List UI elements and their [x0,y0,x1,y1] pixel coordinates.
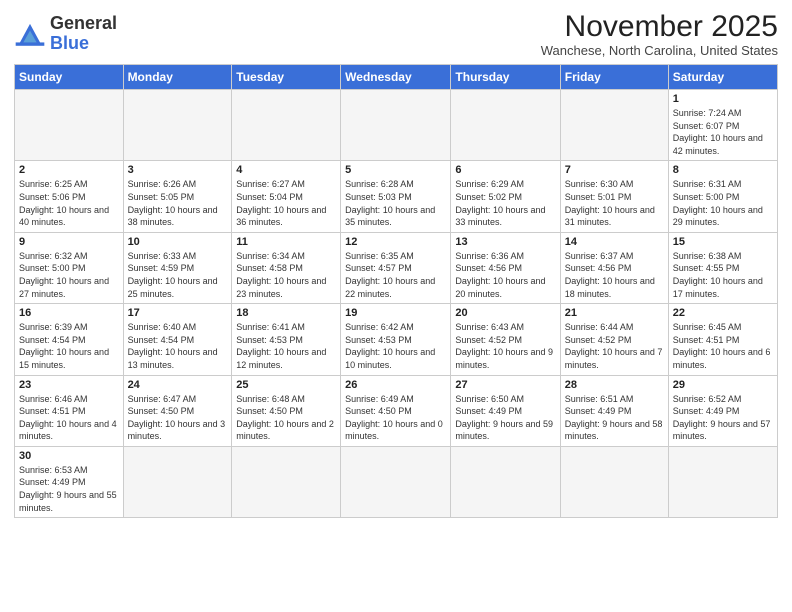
day-empty-5 [451,90,560,161]
calendar-table: Sunday Monday Tuesday Wednesday Thursday… [14,64,778,518]
day-12: 12 Sunrise: 6:35 AMSunset: 4:57 PMDaylig… [341,232,451,303]
generalblue-icon [14,20,46,48]
header-monday: Monday [123,65,232,90]
day-number-1: 1 [673,93,773,105]
week-row-6: 30 Sunrise: 6:53 AMSunset: 4:49 PMDaylig… [15,446,778,517]
day-18: 18 Sunrise: 6:41 AMSunset: 4:53 PMDaylig… [232,304,341,375]
header: GeneralBlue November 2025 Wanchese, Nort… [14,10,778,58]
day-4: 4 Sunrise: 6:27 AMSunset: 5:04 PMDayligh… [232,161,341,232]
weekday-header-row: Sunday Monday Tuesday Wednesday Thursday… [15,65,778,90]
day-7: 7 Sunrise: 6:30 AMSunset: 5:01 PMDayligh… [560,161,668,232]
logo-blue: Blue [50,33,89,53]
header-saturday: Saturday [668,65,777,90]
day-22: 22 Sunrise: 6:45 AMSunset: 4:51 PMDaylig… [668,304,777,375]
week-row-2: 2 Sunrise: 6:25 AMSunset: 5:06 PMDayligh… [15,161,778,232]
day-6: 6 Sunrise: 6:29 AMSunset: 5:02 PMDayligh… [451,161,560,232]
day-24: 24 Sunrise: 6:47 AMSunset: 4:50 PMDaylig… [123,375,232,446]
header-friday: Friday [560,65,668,90]
day-28: 28 Sunrise: 6:51 AMSunset: 4:49 PMDaylig… [560,375,668,446]
day-14: 14 Sunrise: 6:37 AMSunset: 4:56 PMDaylig… [560,232,668,303]
header-wednesday: Wednesday [341,65,451,90]
day-30: 30 Sunrise: 6:53 AMSunset: 4:49 PMDaylig… [15,446,124,517]
header-thursday: Thursday [451,65,560,90]
day-empty-1 [15,90,124,161]
day-27: 27 Sunrise: 6:50 AMSunset: 4:49 PMDaylig… [451,375,560,446]
day-5: 5 Sunrise: 6:28 AMSunset: 5:03 PMDayligh… [341,161,451,232]
week-row-3: 9 Sunrise: 6:32 AMSunset: 5:00 PMDayligh… [15,232,778,303]
logo-general: General [50,13,117,33]
day-16: 16 Sunrise: 6:39 AMSunset: 4:54 PMDaylig… [15,304,124,375]
day-empty-6 [560,90,668,161]
day-empty-r6-4 [341,446,451,517]
day-empty-2 [123,90,232,161]
day-empty-r6-3 [232,446,341,517]
day-empty-3 [232,90,341,161]
week-row-1: 1 Sunrise: 7:24 AM Sunset: 6:07 PM Dayli… [15,90,778,161]
day-11: 11 Sunrise: 6:34 AMSunset: 4:58 PMDaylig… [232,232,341,303]
day-15: 15 Sunrise: 6:38 AMSunset: 4:55 PMDaylig… [668,232,777,303]
day-empty-r6-5 [451,446,560,517]
week-row-5: 23 Sunrise: 6:46 AMSunset: 4:51 PMDaylig… [15,375,778,446]
day-3: 3 Sunrise: 6:26 AMSunset: 5:05 PMDayligh… [123,161,232,232]
day-empty-r6-7 [668,446,777,517]
day-empty-r6-2 [123,446,232,517]
day-2: 2 Sunrise: 6:25 AMSunset: 5:06 PMDayligh… [15,161,124,232]
day-25: 25 Sunrise: 6:48 AMSunset: 4:50 PMDaylig… [232,375,341,446]
day-8: 8 Sunrise: 6:31 AMSunset: 5:00 PMDayligh… [668,161,777,232]
day-21: 21 Sunrise: 6:44 AMSunset: 4:52 PMDaylig… [560,304,668,375]
day-empty-4 [341,90,451,161]
header-tuesday: Tuesday [232,65,341,90]
day-20: 20 Sunrise: 6:43 AMSunset: 4:52 PMDaylig… [451,304,560,375]
day-29: 29 Sunrise: 6:52 AMSunset: 4:49 PMDaylig… [668,375,777,446]
day-23: 23 Sunrise: 6:46 AMSunset: 4:51 PMDaylig… [15,375,124,446]
page: GeneralBlue November 2025 Wanchese, Nort… [0,0,792,612]
logo-text: GeneralBlue [50,14,117,54]
day-10: 10 Sunrise: 6:33 AMSunset: 4:59 PMDaylig… [123,232,232,303]
week-row-4: 16 Sunrise: 6:39 AMSunset: 4:54 PMDaylig… [15,304,778,375]
header-sunday: Sunday [15,65,124,90]
location: Wanchese, North Carolina, United States [541,43,778,58]
day-9: 9 Sunrise: 6:32 AMSunset: 5:00 PMDayligh… [15,232,124,303]
day-1: 1 Sunrise: 7:24 AM Sunset: 6:07 PM Dayli… [668,90,777,161]
day-info-1: Sunrise: 7:24 AM Sunset: 6:07 PM Dayligh… [673,107,773,157]
logo: GeneralBlue [14,14,117,54]
day-17: 17 Sunrise: 6:40 AMSunset: 4:54 PMDaylig… [123,304,232,375]
day-13: 13 Sunrise: 6:36 AMSunset: 4:56 PMDaylig… [451,232,560,303]
day-empty-r6-6 [560,446,668,517]
month-title: November 2025 [541,10,778,43]
title-block: November 2025 Wanchese, North Carolina, … [541,10,778,58]
day-26: 26 Sunrise: 6:49 AMSunset: 4:50 PMDaylig… [341,375,451,446]
day-19: 19 Sunrise: 6:42 AMSunset: 4:53 PMDaylig… [341,304,451,375]
